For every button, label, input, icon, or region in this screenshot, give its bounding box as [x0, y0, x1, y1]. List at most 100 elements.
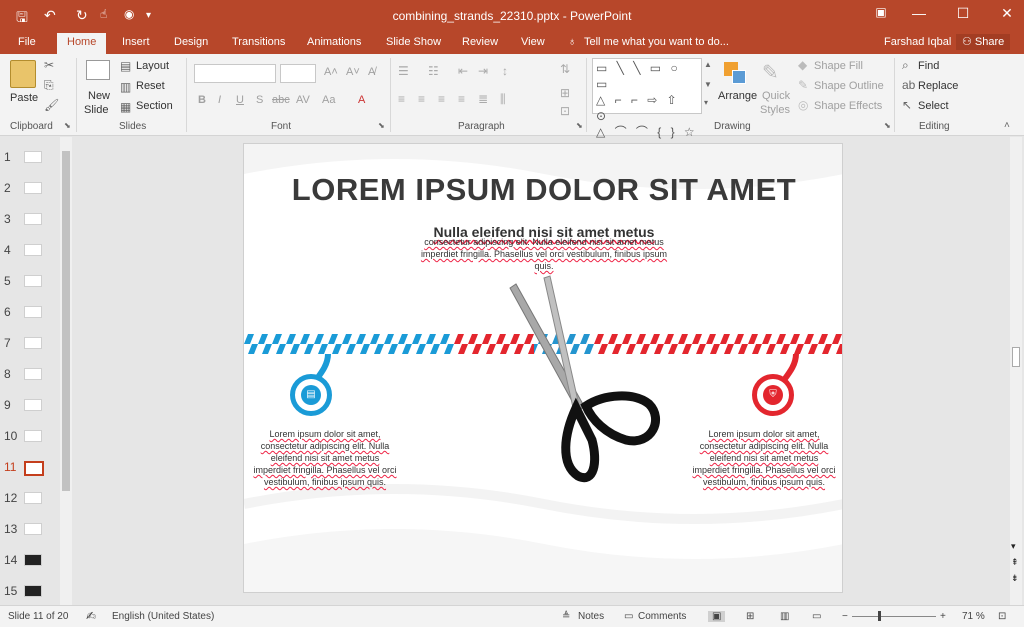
format-painter-icon[interactable]: 🖌 — [44, 98, 59, 112]
slide-thumbnail[interactable] — [24, 213, 42, 225]
new-slide-icon[interactable] — [86, 60, 110, 80]
slide-thumbnail[interactable] — [24, 430, 42, 442]
ribbon-display-options-icon[interactable]: ▣ — [866, 5, 896, 19]
tell-me-box[interactable]: Tell me what you want to do... — [584, 36, 729, 48]
font-color-icon[interactable]: A — [358, 94, 365, 106]
drawing-launcher-icon[interactable]: ⬊ — [884, 121, 891, 130]
reading-view-icon[interactable]: ▥ — [780, 611, 789, 622]
cut-icon[interactable]: ✂ — [44, 58, 54, 72]
change-case-icon[interactable]: Aa — [322, 94, 335, 106]
copy-icon[interactable]: ⎘ — [44, 78, 54, 93]
spelling-check-icon[interactable]: ✍ — [86, 609, 96, 623]
comments-button[interactable]: Comments — [638, 611, 686, 622]
share-button[interactable]: ⚇ Share — [956, 34, 1011, 50]
minimize-icon[interactable]: — — [904, 5, 934, 21]
tab-animations[interactable]: Animations — [307, 36, 361, 48]
grow-font-icon[interactable]: A˄ — [324, 66, 338, 78]
arrange-button[interactable]: Arrange — [718, 90, 757, 102]
user-name[interactable]: Farshad Iqbal — [884, 36, 951, 48]
gallery-up-icon[interactable]: ▲ — [704, 60, 712, 69]
tab-view[interactable]: View — [521, 36, 545, 48]
spacing-icon[interactable]: AV — [296, 94, 310, 106]
slide-thumbnail[interactable] — [24, 523, 42, 535]
section-button[interactable]: Section — [136, 100, 173, 112]
tab-insert[interactable]: Insert — [122, 36, 150, 48]
shrink-font-icon[interactable]: A˅ — [346, 66, 360, 78]
arrange-icon[interactable] — [724, 62, 748, 86]
columns-icon[interactable]: ⫼ — [500, 92, 506, 107]
zoom-slider[interactable] — [852, 611, 936, 621]
slide-thumbnail[interactable] — [24, 275, 42, 287]
layout-button[interactable]: Layout — [136, 60, 169, 72]
thumbnails-scrollbar[interactable] — [60, 137, 72, 605]
slide-thumbnail[interactable] — [24, 306, 42, 318]
language-indicator[interactable]: English (United States) — [112, 611, 214, 622]
align-center-icon[interactable]: ≡ — [418, 92, 425, 106]
font-size-combo[interactable] — [280, 64, 316, 83]
slide-thumbnail[interactable] — [24, 151, 42, 163]
slide-thumbnail[interactable] — [24, 337, 42, 349]
zoom-out-icon[interactable]: − — [842, 611, 848, 622]
tab-design[interactable]: Design — [174, 36, 208, 48]
paste-icon[interactable] — [10, 60, 36, 88]
slide-thumbnail[interactable] — [24, 399, 42, 411]
align-right-icon[interactable]: ≡ — [438, 92, 445, 106]
slide-thumbnail[interactable] — [24, 585, 42, 597]
shape-fill-button[interactable]: Shape Fill — [814, 60, 863, 72]
shape-effects-button[interactable]: Shape Effects — [814, 100, 882, 112]
smartart-icon[interactable]: ⊡ — [560, 104, 570, 118]
align-text-icon[interactable]: ⊞ — [560, 86, 570, 100]
clipboard-launcher-icon[interactable]: ⬊ — [64, 121, 71, 130]
slide-canvas[interactable]: LOREM IPSUM DOLOR SIT AMET Nulla eleifen… — [243, 143, 843, 593]
right-description[interactable]: Lorem ipsum dolor sit amet, consectetur … — [692, 428, 836, 488]
fit-slide-icon[interactable]: ⊡ — [998, 611, 1006, 622]
align-left-icon[interactable]: ≡ — [398, 92, 405, 106]
slide-thumbnail[interactable] — [24, 244, 42, 256]
left-description[interactable]: Lorem ipsum dolor sit amet, consectetur … — [252, 428, 398, 488]
text-direction-icon[interactable]: ⇅ — [560, 62, 570, 76]
notes-button[interactable]: Notes — [578, 611, 604, 622]
shape-outline-button[interactable]: Shape Outline — [814, 80, 884, 92]
strikethrough-icon[interactable]: abc — [272, 94, 290, 106]
bullets-icon[interactable]: ☰ — [398, 64, 409, 78]
slide-show-icon[interactable]: ▭ — [812, 611, 821, 622]
reset-button[interactable]: Reset — [136, 80, 165, 92]
close-icon[interactable]: ✕ — [992, 5, 1022, 22]
normal-view-icon[interactable]: ▣ — [708, 611, 726, 622]
paste-button[interactable]: Paste — [10, 92, 38, 104]
clear-formatting-icon[interactable]: A̸ — [368, 66, 375, 78]
distributed-icon[interactable]: ≣ — [478, 92, 488, 106]
quick-styles-icon[interactable]: ✎ — [762, 60, 779, 85]
shapes-gallery[interactable]: ▭ ╲ ╲ ▭ ○ ▭ △ ⌐ ⌐ ⇨ ⇧ ⊙ △ ⌒ ⌒ { } ☆ — [592, 58, 702, 139]
collapse-ribbon-icon[interactable]: ˄ — [1004, 120, 1010, 131]
bold-icon[interactable]: B — [198, 94, 206, 106]
paragraph-launcher-icon[interactable]: ⬊ — [576, 121, 583, 130]
font-launcher-icon[interactable]: ⬊ — [378, 121, 385, 130]
zoom-in-icon[interactable]: + — [940, 611, 946, 622]
decrease-indent-icon[interactable]: ⇤ — [458, 64, 468, 78]
slide-scrollbar[interactable]: ▾ ⇞ ⇟ — [1010, 137, 1022, 605]
numbering-icon[interactable]: ☷ — [428, 64, 439, 78]
slide-thumbnail[interactable] — [24, 492, 42, 504]
tab-review[interactable]: Review — [462, 36, 498, 48]
select-button[interactable]: Select — [918, 100, 949, 112]
slide-thumbnail[interactable] — [24, 461, 44, 476]
tab-slide-show[interactable]: Slide Show — [386, 36, 441, 48]
maximize-icon[interactable]: ☐ — [948, 5, 978, 22]
zoom-level[interactable]: 71 % — [962, 611, 985, 622]
tab-home[interactable]: Home — [57, 33, 107, 54]
gallery-more-icon[interactable]: ▾ — [704, 98, 708, 107]
tab-transitions[interactable]: Transitions — [232, 36, 285, 48]
slide-thumbnail[interactable] — [24, 554, 42, 566]
tab-file[interactable]: File — [18, 36, 36, 48]
quick-styles-button[interactable]: Quick — [762, 90, 790, 102]
find-button[interactable]: Find — [918, 60, 939, 72]
replace-button[interactable]: Replace — [918, 80, 958, 92]
slide-sorter-icon[interactable]: ⊞ — [746, 611, 754, 622]
line-spacing-icon[interactable]: ↕ — [502, 64, 508, 78]
justify-icon[interactable]: ≡ — [458, 92, 465, 106]
new-slide-button[interactable]: New — [88, 90, 110, 102]
slide-thumbnail[interactable] — [24, 368, 42, 380]
shadow-icon[interactable]: S — [256, 94, 263, 106]
slide-thumbnail[interactable] — [24, 182, 42, 194]
